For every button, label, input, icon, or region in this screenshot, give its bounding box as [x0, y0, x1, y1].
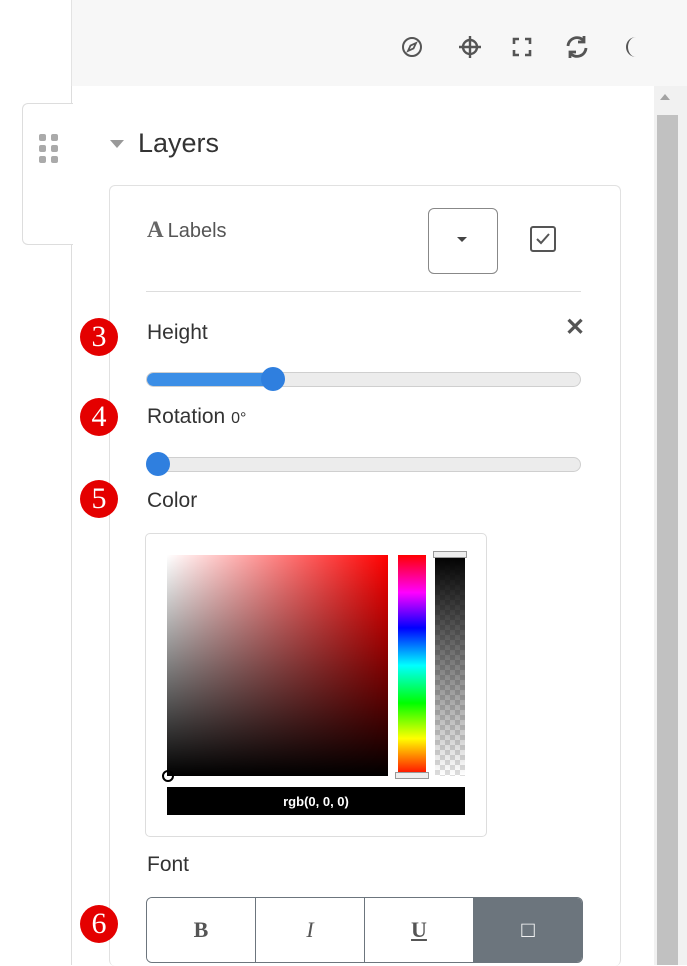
scroll-up-arrow-icon[interactable]	[660, 94, 670, 100]
bold-button[interactable]: B	[147, 898, 256, 962]
color-picker-handle[interactable]	[162, 770, 174, 782]
color-label: Color	[147, 489, 198, 512]
caret-down-icon	[110, 139, 124, 148]
saturation-value-area[interactable]	[167, 555, 388, 776]
rotation-value: 0°	[231, 410, 247, 427]
fullscreen-icon[interactable]	[508, 33, 536, 61]
rotation-slider-track[interactable]	[146, 457, 581, 472]
step-badge-6: 6	[80, 905, 118, 943]
hue-slider[interactable]	[398, 555, 426, 776]
alpha-slider-handle[interactable]	[433, 551, 467, 558]
height-label: Height	[147, 321, 208, 344]
height-slider-fill	[147, 373, 274, 386]
italic-icon: I	[306, 917, 314, 942]
step-badge-4: 4	[80, 398, 118, 436]
map-toolbar	[71, 0, 687, 87]
square-icon: □	[521, 917, 535, 942]
color-value-field[interactable]: rgb(0, 0, 0)	[167, 787, 465, 815]
compass-icon[interactable]	[398, 33, 426, 61]
moon-icon[interactable]	[618, 33, 646, 61]
background-button[interactable]: □	[474, 898, 582, 962]
rotation-label: Rotation 0°	[147, 405, 246, 429]
step-badge-5: 5	[80, 480, 118, 518]
check-icon	[536, 233, 550, 245]
drag-handle-icon[interactable]	[37, 132, 63, 168]
rotation-slider-thumb[interactable]	[146, 452, 170, 476]
panel-toggle-tab[interactable]	[22, 103, 73, 245]
layers-title: Layers	[138, 128, 220, 158]
close-icon[interactable]: ✕	[565, 313, 585, 342]
italic-button[interactable]: I	[256, 898, 365, 962]
labels-layer-title: A Labels	[147, 217, 227, 243]
height-slider-thumb[interactable]	[260, 367, 285, 391]
text-layer-icon: A	[147, 217, 164, 242]
divider	[146, 291, 581, 292]
rotation-label-text: Rotation	[147, 405, 226, 428]
font-label: Font	[147, 853, 190, 876]
step-badge-3: 3	[80, 318, 118, 356]
crosshair-icon[interactable]	[456, 33, 484, 61]
underline-icon: U	[411, 917, 427, 942]
chevron-down-icon	[457, 237, 467, 242]
bold-icon: B	[193, 917, 209, 942]
layer-visible-checkbox[interactable]	[530, 226, 556, 252]
underline-button[interactable]: U	[365, 898, 474, 962]
layers-header[interactable]: Layers	[110, 128, 219, 159]
font-style-buttons: B I U □	[146, 897, 583, 963]
hue-slider-handle[interactable]	[395, 772, 429, 779]
alpha-slider[interactable]	[435, 555, 465, 776]
labels-title-text: Labels	[167, 220, 227, 242]
scrollbar-thumb[interactable]	[657, 115, 678, 965]
layer-options-dropdown[interactable]	[428, 208, 498, 274]
refresh-icon[interactable]	[563, 33, 591, 61]
